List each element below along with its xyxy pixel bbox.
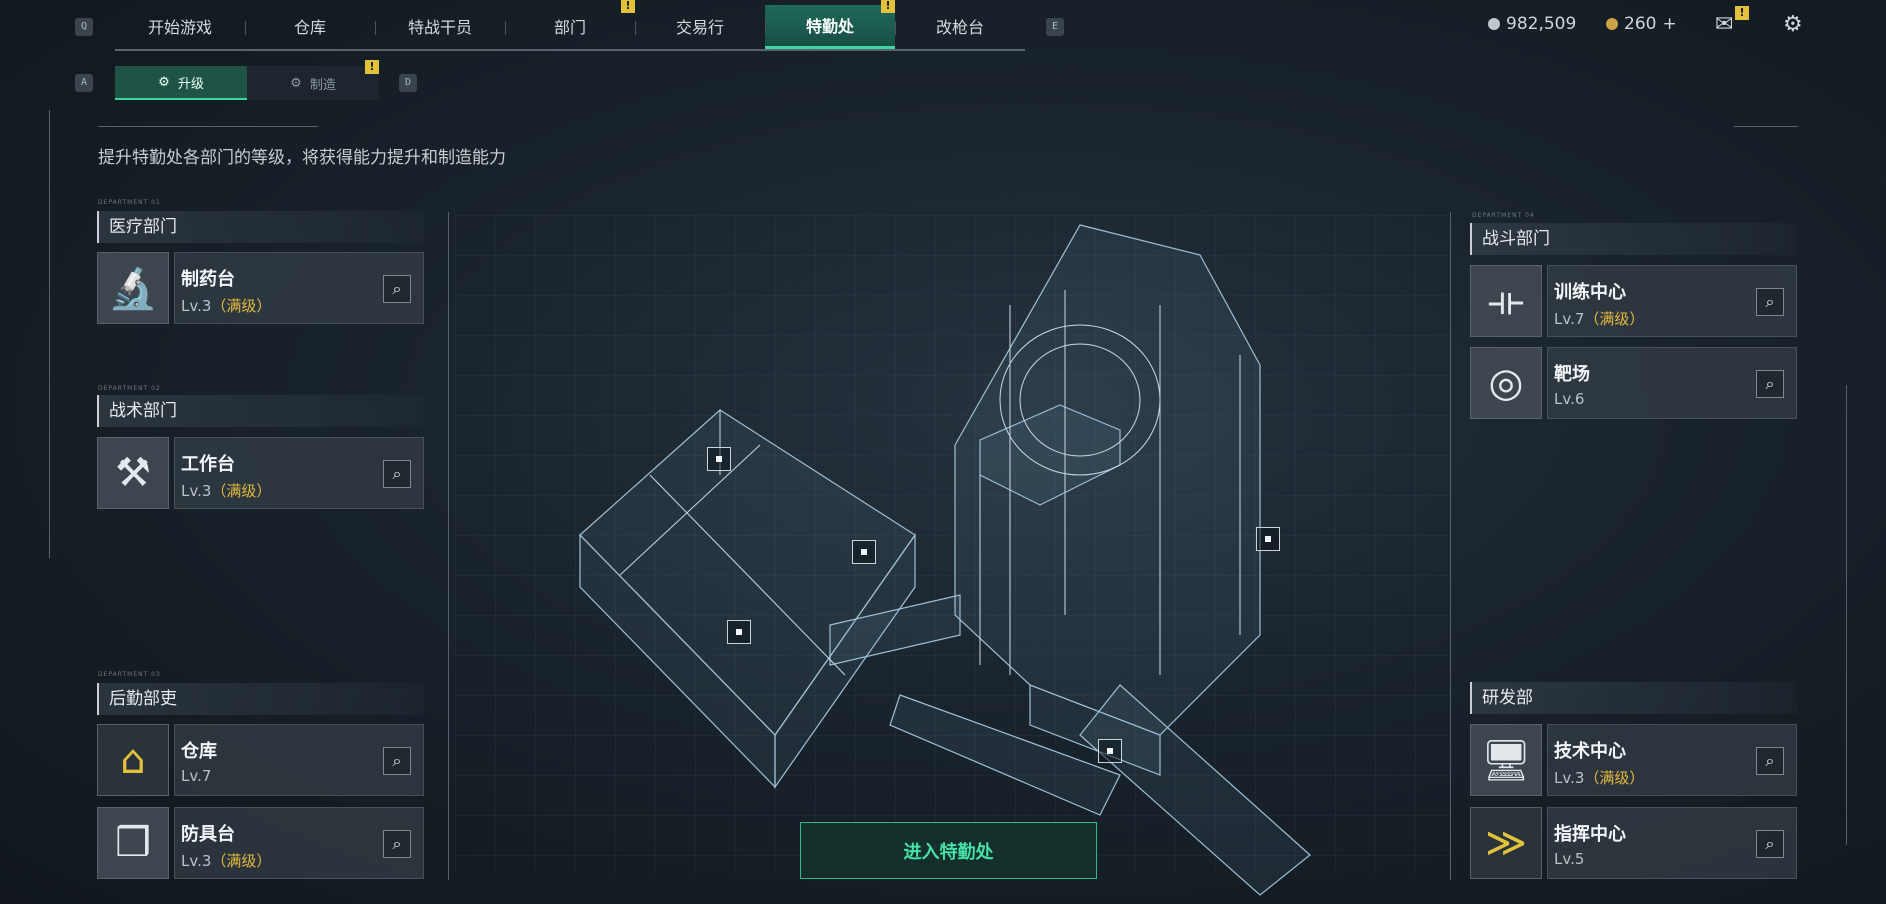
cubes-icon: ❒ bbox=[97, 807, 169, 879]
facility-card-training-center[interactable]: ⟛ 训练中心 Lv.7（满级） ⌕ bbox=[1470, 265, 1797, 337]
facility-card-shooting-range[interactable]: ◎ 靶场 Lv.6 ⌕ bbox=[1470, 347, 1797, 419]
key-hint-a: A bbox=[75, 74, 93, 92]
dept-title-research: 研发部 bbox=[1470, 682, 1797, 714]
gold-currency[interactable]: 260 + bbox=[1606, 14, 1677, 34]
search-icon[interactable]: ⌕ bbox=[383, 275, 411, 303]
facility-card-pharmacy[interactable]: 🔬 制药台 Lv.3（满级） ⌕ bbox=[97, 252, 424, 324]
frame-line bbox=[98, 126, 318, 127]
tab-warehouse[interactable]: 仓库 bbox=[245, 5, 375, 49]
location-marker[interactable] bbox=[1098, 739, 1122, 763]
location-marker[interactable] bbox=[852, 540, 876, 564]
location-marker[interactable] bbox=[727, 620, 751, 644]
alert-icon: ! bbox=[881, 0, 895, 13]
key-hint-q: Q bbox=[75, 18, 93, 36]
frame-line bbox=[448, 212, 449, 880]
tab-market[interactable]: 交易行 bbox=[635, 5, 765, 49]
enter-special-ops-button[interactable]: 进入特勤处 bbox=[800, 822, 1097, 879]
dept-tag: DEPARTMENT 04 bbox=[1472, 212, 1535, 219]
location-marker[interactable] bbox=[707, 447, 731, 471]
facility-card-tech-center[interactable]: 🖥 技术中心 Lv.3（满级） ⌕ bbox=[1470, 724, 1797, 796]
top-navigation: 开始游戏 仓库 特战干员 部门! 交易行 特勤处! 改枪台 bbox=[115, 0, 1025, 51]
search-icon[interactable]: ⌕ bbox=[1756, 747, 1784, 775]
mail-icon[interactable]: ✉ bbox=[1715, 12, 1733, 37]
search-icon[interactable]: ⌕ bbox=[383, 460, 411, 488]
tab-start-game[interactable]: 开始游戏 bbox=[115, 5, 245, 49]
alert-icon: ! bbox=[621, 0, 635, 13]
subtab-craft[interactable]: ⚙ 制造 ! bbox=[247, 60, 379, 100]
key-hint-e: E bbox=[1046, 18, 1064, 36]
search-icon[interactable]: ⌕ bbox=[1756, 288, 1784, 316]
facility-card-workbench[interactable]: ⚒ 工作台 Lv.3（满级） ⌕ bbox=[97, 437, 424, 509]
tab-special-ops[interactable]: 特勤处! bbox=[765, 0, 895, 49]
dept-title-tactical: 战术部门 bbox=[97, 395, 424, 427]
dumbbell-icon: ⟛ bbox=[1470, 265, 1542, 337]
target-icon: ◎ bbox=[1470, 347, 1542, 419]
tab-gunsmith[interactable]: 改枪台 bbox=[895, 5, 1025, 49]
craft-icon: ⚙ bbox=[290, 75, 302, 91]
frame-line bbox=[49, 110, 50, 558]
page-description: 提升特勤处各部门的等级，将获得能力提升和制造能力 bbox=[98, 148, 506, 168]
facility-card-command-center[interactable]: ≫ 指挥中心 Lv.5 ⌕ bbox=[1470, 807, 1797, 879]
frame-line bbox=[1450, 212, 1451, 880]
mail-alert-icon: ! bbox=[1735, 6, 1749, 20]
gold-coin-icon bbox=[1606, 18, 1618, 30]
search-icon[interactable]: ⌕ bbox=[1756, 370, 1784, 398]
frame-line bbox=[1734, 126, 1798, 127]
frame-line bbox=[1846, 385, 1847, 845]
facility-card-armor-bench[interactable]: ❒ 防具台 Lv.3（满级） ⌕ bbox=[97, 807, 424, 879]
dept-tag: DEPARTMENT 02 bbox=[98, 385, 161, 392]
gold-amount: 260 bbox=[1624, 14, 1657, 34]
upgrade-icon: ⚙ bbox=[158, 74, 170, 90]
subtab-bar: ⚙ 升级 ⚙ 制造 ! bbox=[115, 60, 379, 100]
chevron-rank-icon: ≫ bbox=[1470, 807, 1542, 879]
tab-operators[interactable]: 特战干员 bbox=[375, 5, 505, 49]
warehouse-icon: ⌂ bbox=[97, 724, 169, 796]
alert-icon: ! bbox=[365, 60, 379, 74]
dept-title-combat: 战斗部门 bbox=[1470, 223, 1797, 255]
silver-currency: 982,509 bbox=[1488, 14, 1576, 34]
settings-gear-icon[interactable]: ⚙ bbox=[1783, 12, 1803, 37]
location-marker[interactable] bbox=[1256, 527, 1280, 551]
search-icon[interactable]: ⌕ bbox=[383, 747, 411, 775]
silver-amount: 982,509 bbox=[1506, 14, 1577, 34]
dept-title-medical: 医疗部门 bbox=[97, 211, 424, 243]
tools-icon: ⚒ bbox=[97, 437, 169, 509]
facility-card-warehouse[interactable]: ⌂ 仓库 Lv.7 ⌕ bbox=[97, 724, 424, 796]
search-icon[interactable]: ⌕ bbox=[383, 830, 411, 858]
search-icon[interactable]: ⌕ bbox=[1756, 830, 1784, 858]
microscope-icon: 🔬 bbox=[97, 252, 169, 324]
dept-title-logistics: 后勤部吏 bbox=[97, 683, 424, 715]
hologram-building-illustration bbox=[579, 224, 1311, 896]
add-gold-button[interactable]: + bbox=[1662, 14, 1676, 34]
computer-icon: 🖥 bbox=[1470, 724, 1542, 796]
dept-tag: DEPARTMENT 03 bbox=[98, 671, 161, 678]
dept-tag: DEPARTMENT 01 bbox=[98, 199, 161, 206]
silver-coin-icon bbox=[1488, 18, 1500, 30]
subtab-upgrade[interactable]: ⚙ 升级 bbox=[115, 66, 247, 100]
tab-departments[interactable]: 部门! bbox=[505, 0, 635, 49]
key-hint-d: D bbox=[399, 74, 417, 92]
